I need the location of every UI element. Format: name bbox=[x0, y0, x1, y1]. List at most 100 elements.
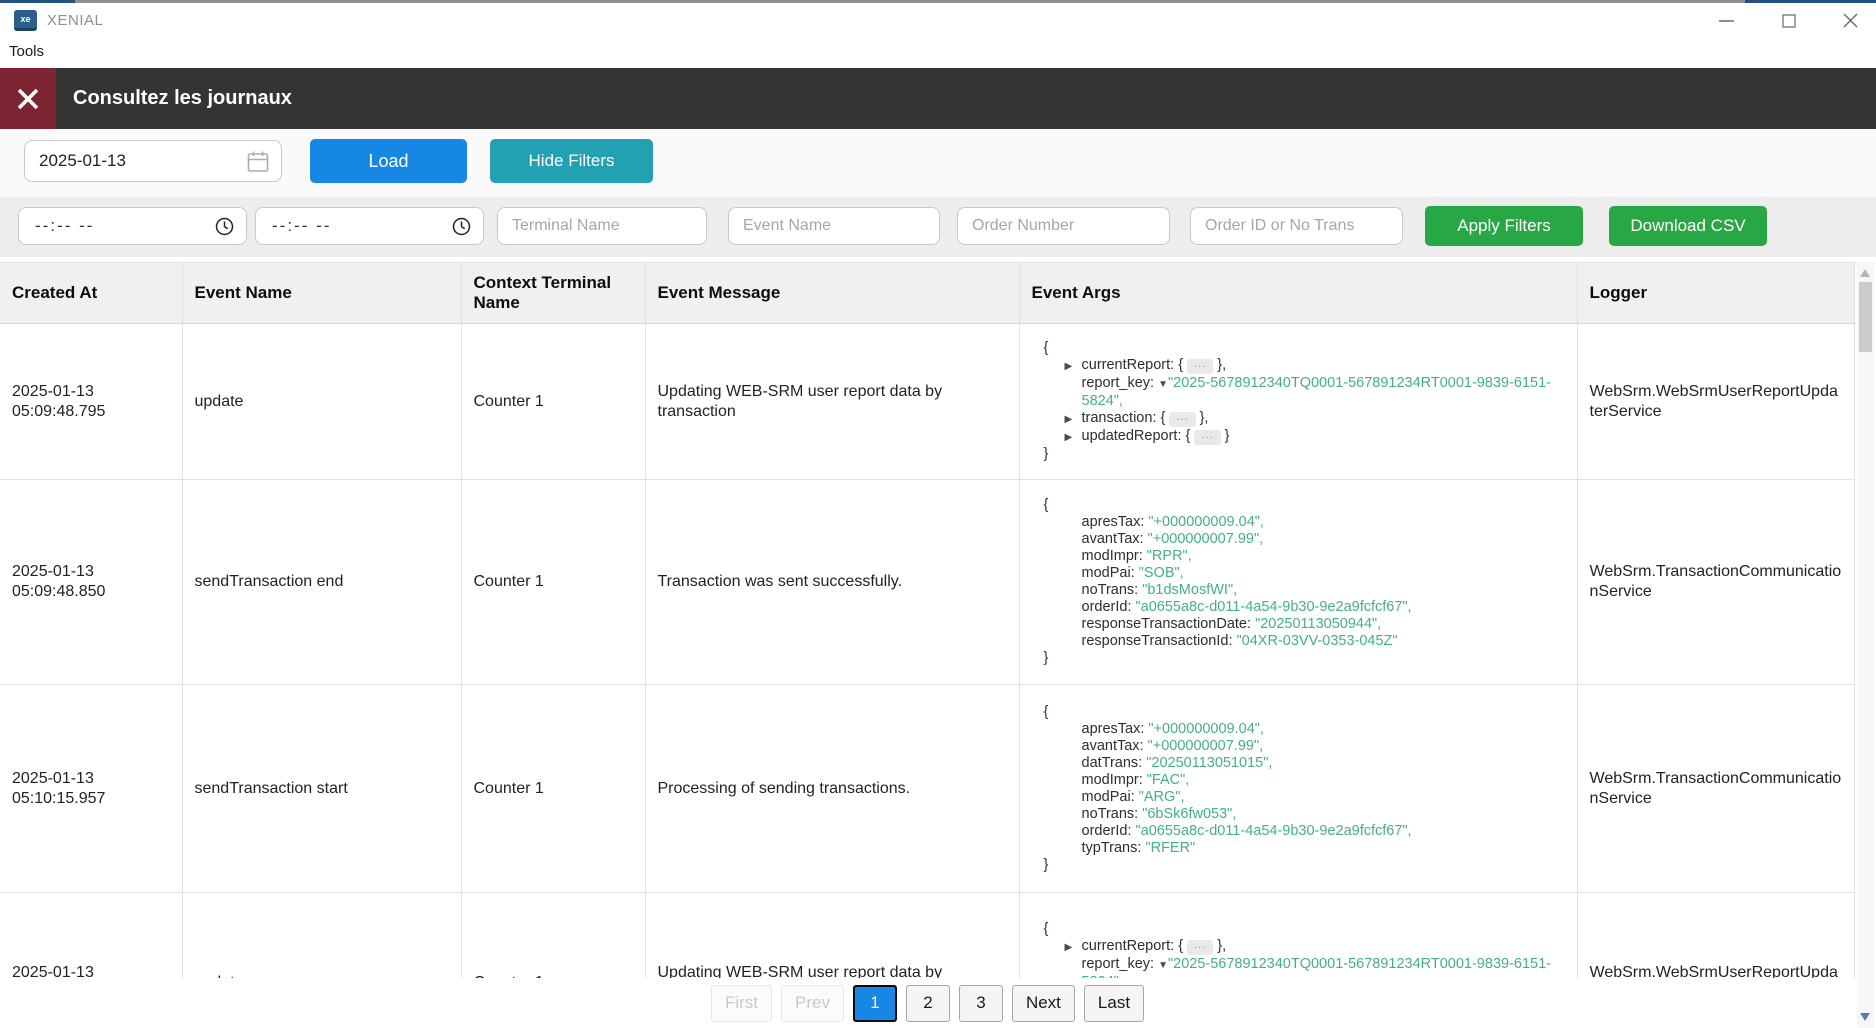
menu-bar: Tools bbox=[0, 38, 1876, 68]
json-plain: : bbox=[1150, 956, 1158, 972]
json-plain: : bbox=[1131, 789, 1139, 805]
table-body: 2025-01-1305:09:48.795updateCounter 1Upd… bbox=[0, 324, 1854, 979]
json-toggle-icon[interactable]: ▼ bbox=[1158, 960, 1168, 971]
json-plain: : bbox=[1139, 772, 1147, 788]
cell-event-name: sendTransaction end bbox=[182, 480, 461, 685]
json-string-value: "a0655a8c-d011-4a54-9b30-9e2a9fcfcf67", bbox=[1136, 599, 1412, 615]
json-key: modPai bbox=[1082, 789, 1131, 805]
json-plain: : bbox=[1127, 823, 1135, 839]
cell-created-at: 2025-01-1305:09:48.795 bbox=[0, 324, 182, 480]
pagination-next[interactable]: Next bbox=[1012, 985, 1075, 1022]
cell-logger: WebSrm.TransactionCommunicationService bbox=[1577, 480, 1854, 685]
pagination-prev[interactable]: Prev bbox=[781, 985, 844, 1022]
cell-args: {▶currentReport: { ... },report_key: ▼"2… bbox=[1019, 324, 1577, 480]
json-plain: } bbox=[1044, 650, 1049, 666]
cell-args: {▶currentReport: { ... },report_key: ▼"2… bbox=[1019, 893, 1577, 979]
json-collapsed-pill[interactable]: ... bbox=[1194, 430, 1220, 445]
json-string-value: "SOB", bbox=[1139, 565, 1184, 581]
time-from-input[interactable]: --:-- -- bbox=[18, 207, 247, 245]
close-icon[interactable] bbox=[1843, 13, 1858, 28]
json-key: orderId bbox=[1082, 599, 1128, 615]
scroll-down-icon[interactable] bbox=[1860, 1013, 1870, 1021]
event-name-input[interactable] bbox=[728, 207, 940, 245]
hide-filters-button[interactable]: Hide Filters bbox=[490, 139, 653, 183]
cell-args: {apresTax: "+000000009.04",avantTax: "+0… bbox=[1019, 480, 1577, 685]
time-to-input[interactable]: --:-- -- bbox=[255, 207, 484, 245]
json-plain: : bbox=[1134, 806, 1142, 822]
cell-terminal: Counter 1 bbox=[461, 685, 645, 893]
date-input[interactable]: 2025-01-13 bbox=[24, 140, 282, 182]
json-plain: }, bbox=[1196, 410, 1209, 426]
json-key: apresTax bbox=[1082, 514, 1141, 530]
cell-terminal: Counter 1 bbox=[461, 480, 645, 685]
json-key: avantTax bbox=[1082, 738, 1140, 754]
cell-logger: WebSrm.WebSrmUserReportUpdaterService bbox=[1577, 893, 1854, 979]
json-key: orderId bbox=[1082, 823, 1128, 839]
json-plain: : { bbox=[1170, 357, 1187, 373]
apply-filters-button[interactable]: Apply Filters bbox=[1425, 206, 1583, 246]
json-collapsed-pill[interactable]: ... bbox=[1169, 412, 1195, 427]
json-key: modImpr bbox=[1082, 548, 1139, 564]
json-string-value: "+000000009.04", bbox=[1148, 721, 1264, 737]
json-plain: } bbox=[1221, 428, 1230, 444]
pagination-1[interactable]: 1 bbox=[853, 985, 897, 1022]
json-collapsed-pill[interactable]: ... bbox=[1187, 359, 1213, 374]
cell-message: Transaction was sent successfully. bbox=[645, 480, 1019, 685]
json-key: noTrans bbox=[1082, 582, 1135, 598]
table-row: 2025-01-1305:09:48.795updateCounter 1Upd… bbox=[0, 893, 1854, 979]
download-csv-button[interactable]: Download CSV bbox=[1609, 206, 1767, 246]
vertical-scrollbar[interactable] bbox=[1857, 262, 1874, 1028]
json-toggle-icon[interactable]: ▶ bbox=[1065, 939, 1082, 956]
terminal-name-input[interactable] bbox=[497, 207, 707, 245]
cell-logger: WebSrm.TransactionCommunicationService bbox=[1577, 685, 1854, 893]
json-key: apresTax bbox=[1082, 721, 1141, 737]
json-string-value: "04XR-03VV-0353-045Z" bbox=[1237, 633, 1398, 649]
json-string-value: "+000000007.99", bbox=[1148, 738, 1264, 754]
json-plain: : bbox=[1140, 738, 1148, 754]
cell-event-name: update bbox=[182, 324, 461, 480]
menu-item-tools[interactable]: Tools bbox=[0, 38, 53, 65]
table-header-row: Created AtEvent NameContext Terminal Nam… bbox=[0, 263, 1854, 324]
json-toggle-icon[interactable]: ▶ bbox=[1065, 429, 1082, 446]
json-plain: : { bbox=[1177, 428, 1194, 444]
pagination-first[interactable]: First bbox=[711, 985, 772, 1022]
window-controls bbox=[1719, 3, 1858, 38]
maximize-icon[interactable] bbox=[1781, 13, 1796, 28]
json-string-value: "20250113050944", bbox=[1255, 616, 1381, 632]
minimize-icon[interactable] bbox=[1719, 13, 1734, 28]
pagination-2[interactable]: 2 bbox=[906, 985, 950, 1022]
json-collapsed-pill[interactable]: ... bbox=[1187, 940, 1213, 955]
json-plain: { bbox=[1044, 497, 1049, 513]
calendar-icon[interactable] bbox=[247, 150, 269, 173]
json-key: modPai bbox=[1082, 565, 1131, 581]
json-plain: : bbox=[1150, 375, 1158, 391]
pagination-3[interactable]: 3 bbox=[959, 985, 1003, 1022]
json-key: datTrans bbox=[1082, 755, 1139, 771]
pagination-last[interactable]: Last bbox=[1084, 985, 1144, 1022]
app-title: XENIAL bbox=[47, 12, 103, 29]
json-toggle-icon[interactable]: ▼ bbox=[1158, 379, 1168, 390]
load-button[interactable]: Load bbox=[310, 139, 467, 183]
json-string-value: "b1dsMosfWI", bbox=[1142, 582, 1237, 598]
json-string-value: "ARG", bbox=[1139, 789, 1185, 805]
order-number-input[interactable] bbox=[957, 207, 1170, 245]
cell-message: Processing of sending transactions. bbox=[645, 685, 1019, 893]
panel-header: Consultez les journaux bbox=[0, 68, 1876, 129]
json-toggle-icon[interactable]: ▶ bbox=[1065, 411, 1082, 428]
close-panel-button[interactable] bbox=[0, 68, 56, 129]
scroll-up-icon[interactable] bbox=[1860, 269, 1870, 277]
order-id-input[interactable] bbox=[1190, 207, 1403, 245]
scrollbar-thumb[interactable] bbox=[1859, 282, 1872, 352]
column-header-event-message: Event Message bbox=[645, 263, 1019, 324]
json-toggle-icon[interactable]: ▶ bbox=[1065, 358, 1082, 375]
json-string-value: "20250113051015", bbox=[1146, 755, 1272, 771]
json-string-value: "FAC", bbox=[1147, 772, 1190, 788]
json-key: updatedReport bbox=[1082, 428, 1178, 444]
cell-terminal: Counter 1 bbox=[461, 324, 645, 480]
table-row: 2025-01-1305:09:48.850sendTransaction en… bbox=[0, 480, 1854, 685]
date-value: 2025-01-13 bbox=[39, 151, 247, 171]
json-plain: } bbox=[1044, 857, 1049, 873]
json-string-value: "+000000009.04", bbox=[1148, 514, 1264, 530]
cell-created-at: 2025-01-1305:09:48.795 bbox=[0, 893, 182, 979]
json-plain: } bbox=[1044, 446, 1049, 462]
